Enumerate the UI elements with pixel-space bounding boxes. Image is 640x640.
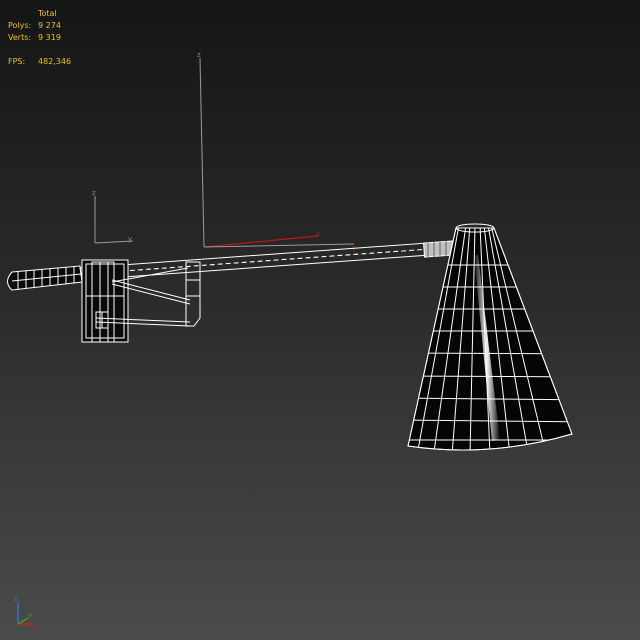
view-axis-x-label: x bbox=[33, 624, 37, 632]
3d-viewport[interactable]: z x y z y z x y Total Polys: 9 274 Verts… bbox=[0, 0, 640, 640]
view-axis-indicator: z x y bbox=[14, 595, 37, 632]
pivot-gizmo: z y bbox=[92, 189, 134, 244]
view-axis-y-line bbox=[17, 617, 29, 625]
lamp-model[interactable] bbox=[7, 223, 601, 455]
world-axis-z-label: z bbox=[197, 51, 201, 59]
stats-verts-label: Verts: bbox=[8, 33, 32, 42]
stats-polys-value: 9 274 bbox=[38, 21, 61, 30]
viewport-scene: z x y z y z x y bbox=[7, 51, 601, 632]
world-axis-z-line bbox=[199, 57, 205, 248]
pivot-axis-y-label: y bbox=[128, 235, 132, 243]
lamp-handle[interactable] bbox=[7, 265, 83, 291]
lamp-wall-bracket[interactable] bbox=[81, 259, 129, 343]
world-axis-x-label: x bbox=[316, 230, 320, 238]
stats-verts-value: 9 319 bbox=[38, 33, 61, 42]
world-axis-gizmo: z x y bbox=[197, 51, 356, 252]
stats-fps-label: FPS: bbox=[8, 57, 26, 66]
stats-polys-label: Polys: bbox=[8, 21, 32, 30]
stats-header: Total bbox=[38, 9, 57, 18]
lamp-arm-rod[interactable] bbox=[79, 240, 455, 281]
view-axis-z-label: z bbox=[14, 595, 18, 603]
pivot-axis-z-label: z bbox=[92, 189, 96, 197]
view-axis-y-label: y bbox=[28, 611, 32, 619]
lamp-shade[interactable] bbox=[400, 223, 600, 455]
stats-fps-value: 482,346 bbox=[38, 57, 72, 66]
